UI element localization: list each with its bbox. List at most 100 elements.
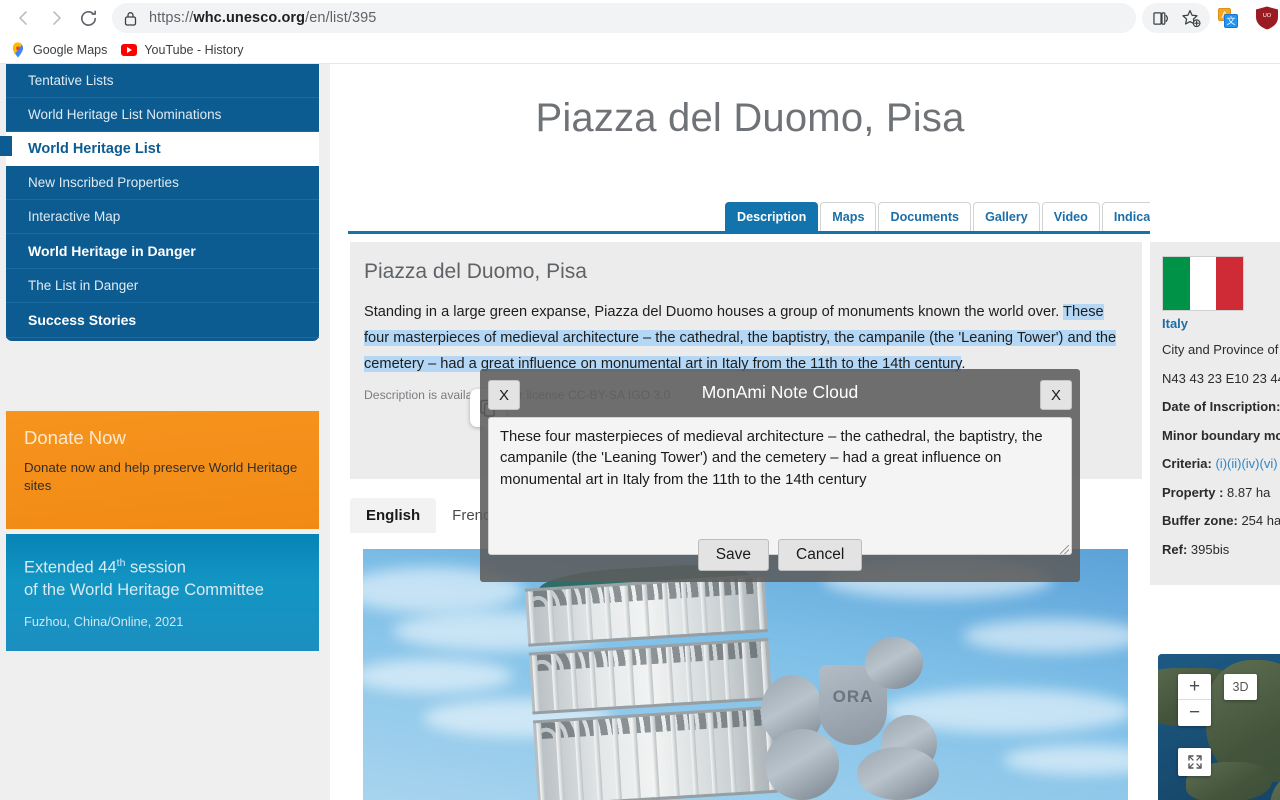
session-line1-post: session — [125, 558, 186, 577]
country-link[interactable]: Italy — [1162, 316, 1280, 331]
info-label: Criteria: — [1162, 456, 1212, 472]
italy-flag-icon — [1162, 256, 1244, 311]
sidebar-item-interactive-map[interactable]: Interactive Map — [6, 200, 319, 234]
browser-navigation-bar: https://whc.unesco.org/en/list/395 文 UO — [0, 0, 1280, 36]
bookmark-label: YouTube - History — [144, 42, 244, 57]
cancel-button[interactable]: Cancel — [778, 539, 863, 571]
info-label: Date of Inscription: — [1162, 399, 1280, 415]
leaning-tower-structure — [524, 560, 778, 800]
reload-button[interactable] — [72, 2, 104, 34]
map-zoom-out-button[interactable]: − — [1178, 700, 1211, 726]
forward-button[interactable] — [40, 2, 72, 34]
info-row-reference: Ref: 395bis — [1162, 541, 1280, 559]
tab-documents[interactable]: Documents — [878, 202, 972, 231]
tower-tier-2 — [528, 637, 773, 715]
description-text: Standing in a large green expanse, Piazz… — [364, 300, 1128, 377]
read-aloud-icon[interactable] — [1146, 5, 1176, 31]
site-details-card: Italy City and Province of Pisa, Tuscany… — [1150, 242, 1280, 586]
right-info-column: Italy City and Province of Pisa, Tuscany… — [1150, 64, 1280, 800]
bookmark-youtube-history[interactable]: YouTube - History — [121, 43, 243, 57]
language-tab-label: English — [366, 507, 421, 524]
sidebar-item-success-stories[interactable]: Success Stories — [6, 303, 319, 338]
save-button[interactable]: Save — [697, 539, 770, 571]
sidebar-item-label: New Inscribed Properties — [28, 175, 179, 190]
tab-label: Video — [1053, 210, 1088, 224]
sidebar-item-new-inscribed-properties[interactable]: New Inscribed Properties — [6, 166, 319, 200]
shield-extension-label: UO — [1263, 13, 1272, 19]
session-line2: of the World Heritage Committee — [24, 580, 264, 599]
sidebar-item-label: Tentative Lists — [28, 73, 114, 88]
donate-card-title: Donate Now — [24, 427, 126, 448]
info-value: 8.87 ha — [1223, 484, 1271, 500]
session-card-subtitle: Fuzhou, China/Online, 2021 — [24, 614, 184, 630]
sidebar-navigation: Tentative Lists World Heritage List Nomi… — [0, 64, 319, 341]
sidebar-item-tentative-lists[interactable]: Tentative Lists — [6, 64, 319, 98]
fullscreen-icon — [1187, 755, 1202, 769]
map-zoom-in-button[interactable]: + — [1178, 674, 1211, 700]
tab-underline-divider — [348, 231, 1280, 234]
bookmarks-bar: Google Maps YouTube - History — [0, 36, 1280, 64]
sidebar-item-nominations[interactable]: World Heritage List Nominations — [6, 98, 319, 132]
tab-label: Maps — [832, 210, 865, 224]
browser-chrome: https://whc.unesco.org/en/list/395 文 UO … — [0, 0, 1280, 64]
info-label: Minor boundary modification inscribed ye… — [1162, 427, 1280, 443]
tab-label: Documents — [890, 210, 960, 224]
bookmark-google-maps[interactable]: Google Maps — [10, 41, 108, 58]
dialog-title: MonAmi Note Cloud — [701, 382, 859, 402]
sidebar-item-label: Interactive Map — [28, 209, 121, 224]
address-bar[interactable]: https://whc.unesco.org/en/list/395 — [112, 3, 1136, 33]
info-row-date-of-inscription: Date of Inscription: 1987 — [1162, 398, 1280, 416]
youtube-icon — [121, 43, 138, 56]
lock-icon — [124, 11, 137, 26]
sidebar-item-world-heritage-in-danger[interactable]: World Heritage in Danger — [6, 234, 319, 269]
sidebar-item-label: Success Stories — [28, 312, 137, 328]
info-label: Buffer zone: — [1162, 513, 1238, 529]
left-column: Tentative Lists World Heritage List Nomi… — [0, 64, 330, 800]
map-fullscreen-button[interactable] — [1178, 748, 1211, 776]
add-bookmark-icon[interactable] — [1176, 5, 1206, 31]
info-row-criteria: Criteria: (i)(ii)(iv)(vi) — [1162, 455, 1280, 473]
sidebar-item-label: World Heritage List Nominations — [28, 107, 222, 122]
tab-video[interactable]: Video — [1041, 202, 1100, 231]
info-label: Property : — [1162, 484, 1224, 500]
extension-icons: A 文 UO — [1218, 5, 1278, 31]
tab-maps[interactable]: Maps — [820, 202, 877, 231]
note-textarea[interactable] — [488, 417, 1072, 555]
language-tab-english[interactable]: English — [350, 498, 437, 533]
tab-gallery[interactable]: Gallery — [973, 202, 1040, 231]
shield-extension-icon[interactable]: UO — [1254, 5, 1280, 31]
map-3d-toggle[interactable]: 3D — [1224, 674, 1257, 700]
site-coordinates: N43 43 23 E10 23 44 — [1162, 370, 1280, 386]
sidebar-item-the-list-in-danger[interactable]: The List in Danger — [6, 269, 319, 303]
tab-description[interactable]: Description — [725, 202, 819, 231]
cherub-statue: ORA — [761, 637, 976, 800]
donate-now-card[interactable]: Donate Now Donate now and help preserve … — [6, 411, 319, 529]
back-button[interactable] — [8, 2, 40, 34]
description-heading: Piazza del Duomo, Pisa — [364, 260, 587, 283]
committee-session-card[interactable]: Extended 44th session of the World Herita… — [6, 534, 319, 651]
textarea-resize-handle[interactable] — [1060, 545, 1069, 554]
close-dialog-button-right[interactable]: X — [1040, 380, 1072, 410]
dialog-actions: Save Cancel — [480, 539, 1080, 571]
description-text-part1: Standing in a large green expanse, Piazz… — [364, 304, 1064, 320]
cherub-torso-right — [857, 747, 939, 800]
session-line1-pre: Extended 44 — [24, 558, 117, 577]
tower-tier-3 — [532, 705, 778, 800]
info-value: 395bis — [1187, 541, 1230, 557]
address-bar-text: https://whc.unesco.org/en/list/395 — [149, 10, 377, 26]
map-zoom-controls: + − — [1178, 674, 1211, 726]
statue-crest-ornament — [865, 637, 923, 689]
sidebar-item-label: The List in Danger — [28, 278, 139, 293]
bookmark-label: Google Maps — [33, 42, 108, 57]
sidebar-item-world-heritage-list[interactable]: World Heritage List — [0, 132, 319, 166]
info-row-property-area: Property : 8.87 ha — [1162, 484, 1280, 502]
cherub-torso-left — [765, 729, 839, 800]
criteria-link[interactable]: (i)(ii)(iv)(vi) — [1212, 456, 1277, 471]
info-value: 254 ha — [1237, 513, 1280, 529]
info-row-buffer-zone: Buffer zone: 254 ha — [1162, 512, 1280, 530]
leaning-tower-of-pisa-photo: ORA — [363, 549, 1128, 800]
content-tabs: Description Maps Documents Gallery Video… — [330, 202, 1280, 232]
page-viewport: Tentative Lists World Heritage List Nomi… — [0, 64, 1280, 800]
satellite-map-widget[interactable]: + − 3D — [1158, 654, 1280, 800]
translate-extension-icon[interactable]: A 文 — [1218, 8, 1238, 28]
